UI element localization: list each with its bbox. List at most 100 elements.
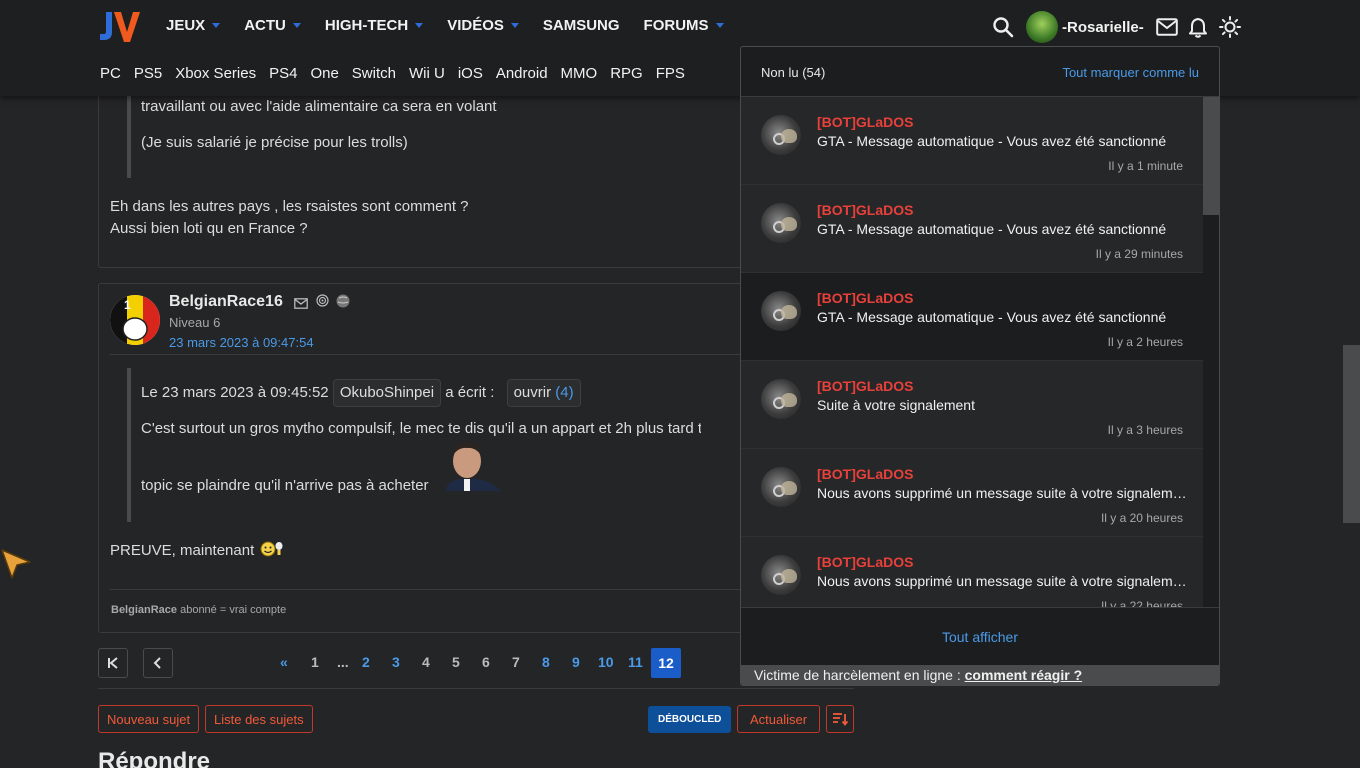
platform-link[interactable]: MMO [561,65,598,82]
mail-icon[interactable] [294,296,308,314]
chevron-down-icon [510,23,519,28]
divider [110,354,757,355]
new-topic-button[interactable]: Nouveau sujet [98,705,200,733]
user-level: Niveau 6 [169,315,221,330]
avatar [761,291,801,331]
platform-link[interactable]: FPS [656,65,685,82]
notification-author: [BOT]GLaDOS [817,290,914,306]
page-link[interactable]: 11 [628,654,643,670]
platform-link[interactable]: Wii U [409,65,445,82]
jv-logo[interactable] [98,10,140,44]
avatar [761,379,801,419]
platform-link[interactable]: Switch [352,65,396,82]
svg-text:1: 1 [124,298,131,312]
post-body: Eh dans les autres pays , les rsaistes s… [110,198,469,215]
username[interactable]: -Rosarielle- [1062,19,1144,36]
nav-forums[interactable]: FORUMS [644,17,724,34]
page-link[interactable]: 4 [422,654,430,670]
platform-link[interactable]: iOS [458,65,483,82]
bell-icon[interactable] [1188,17,1207,38]
notification-time: Il y a 29 minutes [1095,247,1183,261]
topic-list-button[interactable]: Liste des sujets [205,705,313,733]
main-nav: JEUX ACTU HIGH-TECH VIDÉOS SAMSUNG FORUM… [166,17,724,34]
page-link[interactable]: 9 [572,654,580,670]
notification-author: [BOT]GLaDOS [817,554,914,570]
nav-samsung[interactable]: SAMSUNG [543,17,620,34]
mail-icon[interactable] [1155,18,1178,36]
quote-text: topic se plaindre qu'il n'arrive pas à a… [141,477,429,494]
platform-link[interactable]: One [310,65,338,82]
notifications-header: Non lu (54) Tout marquer comme lu [741,47,1219,97]
deboucled-button[interactable]: DÉBOUCLED [648,706,732,733]
first-page-button[interactable] [98,648,128,678]
theme-toggle-icon[interactable] [1218,16,1241,38]
prev-pages-link[interactable]: « [280,654,288,670]
page-link[interactable]: 8 [542,654,550,670]
page-link[interactable]: 3 [392,654,400,670]
mouse-cursor [1,549,31,579]
notification-list: [BOT]GLaDOS GTA - Message automatique - … [741,97,1203,607]
spiral-icon[interactable] [316,294,329,312]
chevron-down-icon [415,23,424,28]
refresh-button[interactable]: Actualiser [737,705,821,733]
quote-bar [127,82,131,178]
notification-message: Nous avons supprimé un message suite à v… [817,485,1187,501]
platform-link[interactable]: Android [496,65,548,82]
unread-count: Non lu (54) [761,65,826,80]
page-link[interactable]: 6 [482,654,490,670]
notifications-footer: Tout afficher [741,607,1219,665]
notification-time: Il y a 22 heures [1100,599,1183,607]
avatar [761,115,801,155]
post-body: PREUVE, maintenant [110,540,284,562]
nav-high-tech[interactable]: HIGH-TECH [325,17,424,34]
notification-item[interactable]: [BOT]GLaDOS Nous avons supprimé un messa… [741,537,1203,607]
avatar [761,555,801,595]
page-ellipsis: ... [337,654,349,670]
notification-item[interactable]: [BOT]GLaDOS GTA - Message automatique - … [741,97,1203,185]
mark-all-read-link[interactable]: Tout marquer comme lu [1062,65,1199,80]
page-link[interactable]: 7 [512,654,520,670]
quote-text: travaillant ou avec l'aide alimentaire c… [141,98,497,115]
platform-link[interactable]: PS5 [134,65,162,82]
platform-link[interactable]: PC [100,65,121,82]
quoted-user[interactable]: OkuboShinpei [332,379,442,407]
sort-icon [833,713,848,726]
notification-item[interactable]: [BOT]GLaDOS Suite à votre signalement Il… [741,361,1203,449]
page-link[interactable]: 10 [598,654,614,670]
harassment-help-link[interactable]: comment réagir ? [965,667,1082,683]
notification-item[interactable]: [BOT]GLaDOS Nous avons supprimé un messa… [741,449,1203,537]
prev-page-button[interactable] [143,648,173,678]
page-link[interactable]: 1 [311,654,319,670]
current-page[interactable]: 12 [651,648,681,678]
notification-author: [BOT]GLaDOS [817,114,914,130]
avatar[interactable] [1026,11,1058,43]
platform-link[interactable]: PS4 [269,65,297,82]
post-date[interactable]: 23 mars 2023 à 09:47:54 [169,335,314,350]
nav-actu[interactable]: ACTU [244,17,301,34]
quote-bar [127,368,131,522]
search-icon[interactable] [992,16,1014,38]
chevron-down-icon [292,23,301,28]
avatar [761,467,801,507]
notification-message: GTA - Message automatique - Vous avez ét… [817,133,1167,149]
show-all-link[interactable]: Tout afficher [741,629,1219,645]
notification-message: GTA - Message automatique - Vous avez ét… [817,309,1167,325]
page-link[interactable]: 2 [362,654,370,670]
notification-time: Il y a 1 minute [1108,159,1183,173]
avatar[interactable]: 1 [110,295,160,345]
notification-item[interactable]: [BOT]GLaDOS GTA - Message automatique - … [741,273,1203,361]
platform-link[interactable]: RPG [610,65,643,82]
sort-button[interactable] [826,705,854,733]
notifications-scrollbar-thumb[interactable] [1203,97,1219,215]
post-author[interactable]: BelgianRace16 [169,293,283,311]
notification-time: Il y a 2 heures [1107,335,1183,349]
nav-jeux[interactable]: JEUX [166,17,221,34]
nav-videos[interactable]: VIDÉOS [447,17,519,34]
forum-post: travaillant ou avec l'aide alimentaire c… [98,82,758,268]
platform-link[interactable]: Xbox Series [175,65,256,82]
notification-item[interactable]: [BOT]GLaDOS GTA - Message automatique - … [741,185,1203,273]
quote-open-button[interactable]: ouvrir (4) [506,379,581,407]
page-link[interactable]: 5 [452,654,460,670]
page-scrollbar[interactable] [1343,345,1360,523]
globe-icon[interactable] [336,294,350,313]
